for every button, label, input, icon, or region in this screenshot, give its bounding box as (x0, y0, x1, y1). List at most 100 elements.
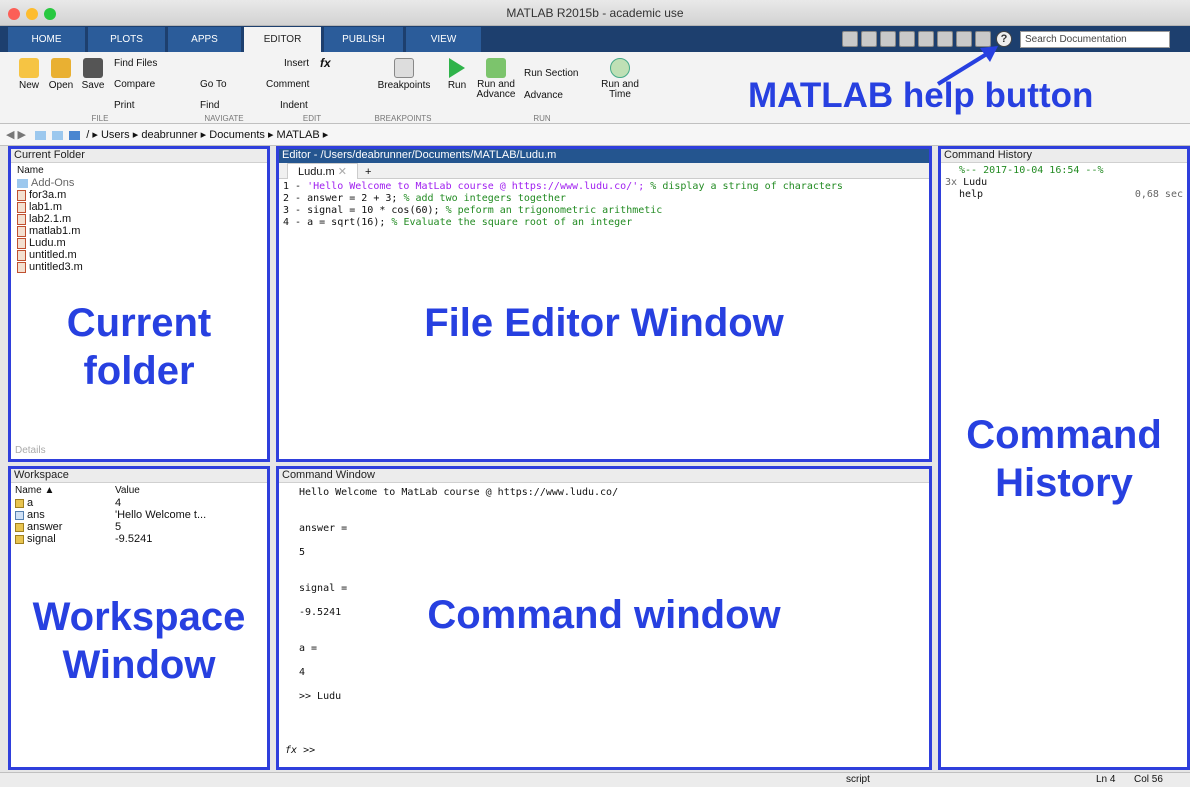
history-item[interactable]: 3x Ludu (945, 177, 1183, 189)
open-folder-icon (51, 58, 71, 78)
function-browser-icon[interactable]: fx (285, 745, 297, 756)
window-title: MATLAB R2015b - academic use (506, 6, 684, 20)
command-window-title: Command Window (279, 469, 929, 483)
advance-button[interactable]: Advance (524, 90, 563, 101)
browse-folder-icon[interactable] (52, 130, 64, 140)
search-documentation-input[interactable]: Search Documentation (1020, 31, 1170, 48)
copy-icon[interactable] (899, 31, 915, 47)
name-column-header[interactable]: Name (17, 165, 261, 177)
history-session: %-- 2017-10-04 16:54 --% (959, 165, 1104, 176)
print-button[interactable]: Print (114, 100, 135, 111)
breakpoints-button[interactable]: Breakpoints (374, 58, 434, 91)
details-label[interactable]: Details (15, 445, 46, 456)
cut-icon[interactable] (880, 31, 896, 47)
list-item[interactable]: matlab1.m (17, 225, 261, 237)
code-area[interactable]: 1 - 'Hello Welcome to MatLab course @ ht… (279, 179, 929, 231)
find-button[interactable]: Find (200, 100, 219, 111)
list-item[interactable]: Add-Ons (17, 177, 261, 189)
run-and-advance-button[interactable]: Run and Advance (474, 58, 518, 100)
code-line: 2 - answer = 2 + 3; % add two integers t… (283, 193, 566, 204)
table-row[interactable]: ans 'Hello Welcome t... (15, 509, 263, 521)
goto-button[interactable]: Go To (200, 79, 227, 90)
current-folder-title: Current Folder (11, 149, 267, 163)
annotation-arrow (936, 46, 998, 86)
m-file-icon (17, 237, 26, 249)
run-and-time-button[interactable]: Run and Time (600, 58, 640, 100)
path-segment[interactable]: / (86, 129, 89, 141)
tab-plots[interactable]: PLOTS (88, 27, 166, 52)
path-segment[interactable]: Users (101, 129, 130, 141)
path-segment[interactable]: Documents (209, 129, 265, 141)
comment-button[interactable]: Comment (266, 79, 309, 90)
tab-apps[interactable]: APPS (168, 27, 242, 52)
table-row[interactable]: a4 (15, 497, 263, 509)
path-segment[interactable]: deabrunner (141, 129, 197, 141)
navigate-section-label: NAVIGATE (204, 114, 244, 123)
tab-editor[interactable]: EDITOR (244, 27, 322, 52)
save-button[interactable]: Save (78, 58, 108, 91)
run-advance-icon (486, 58, 506, 78)
list-item[interactable]: Ludu.m (17, 237, 261, 249)
help-button-annotation: MATLAB help button (748, 76, 1094, 115)
compare-button[interactable]: Compare (114, 79, 155, 90)
address-bar: ◀ ▶ / ▸ Users ▸ deabrunner ▸ Documents ▸… (0, 124, 1190, 146)
list-item[interactable]: for3a.m (17, 189, 261, 201)
table-row[interactable]: signal -9.5241 (15, 533, 263, 545)
tab-publish[interactable]: PUBLISH (324, 27, 404, 52)
new-tab-icon[interactable]: + (365, 166, 371, 178)
command-prompt[interactable]: fx >> (285, 745, 315, 756)
new-button[interactable]: New (14, 58, 44, 91)
forward-arrow-icon[interactable]: ▶ (18, 129, 26, 141)
status-mode: script (846, 774, 870, 785)
save-all-quick-icon[interactable] (861, 31, 877, 47)
m-file-icon (17, 225, 26, 237)
list-item[interactable]: untitled.m (17, 249, 261, 261)
variable-icon (15, 498, 24, 508)
insert-function-icon[interactable]: fx (320, 56, 331, 70)
variable-icon (15, 522, 24, 532)
close-tab-icon[interactable]: ✕ (338, 166, 347, 178)
open-button[interactable]: Open (46, 58, 76, 91)
m-file-icon (17, 261, 26, 273)
command-window-annotation: Command window (427, 593, 781, 637)
run-button[interactable]: Run (444, 58, 470, 91)
find-files-button[interactable]: Find Files (114, 58, 157, 69)
table-row[interactable]: answer 5 (15, 521, 263, 533)
status-column: Col 56 (1134, 774, 1163, 785)
run-section-button[interactable]: Run Section (524, 68, 578, 79)
indent-button[interactable]: Indent (280, 100, 308, 111)
editor-panel: Editor - /Users/deabrunner/Documents/MAT… (276, 146, 932, 462)
root-folder-icon (69, 130, 81, 140)
breakpoints-section-label: BREAKPOINTS (374, 114, 432, 123)
list-item[interactable]: lab2.1.m (17, 213, 261, 225)
workspace-panel: Workspace Name ▲ Value a4 ans 'Hello Welco… (8, 466, 270, 770)
char-variable-icon (15, 510, 24, 520)
tab-view[interactable]: VIEW (406, 27, 482, 52)
command-output-line: answer = (299, 523, 348, 534)
up-folder-icon[interactable] (35, 130, 47, 140)
current-folder-panel: Current Folder Name Add-Ons for3a.m lab1… (8, 146, 270, 462)
command-output-line (299, 499, 909, 511)
insert-button[interactable]: Insert (284, 58, 309, 69)
list-item[interactable]: lab1.m (17, 201, 261, 213)
command-output-line (299, 511, 909, 523)
command-output-line: 4 (299, 667, 306, 678)
run-icon (449, 58, 465, 78)
command-output-line: 5 (299, 547, 306, 558)
back-arrow-icon[interactable]: ◀ (6, 129, 14, 141)
new-icon (19, 58, 39, 78)
file-list: Name Add-Ons for3a.m lab1.m lab2.1.m mat… (11, 163, 267, 275)
command-output-line (299, 679, 909, 691)
code-line: 3 - signal = 10 * cos(60); % peform an t… (283, 205, 663, 216)
status-line: Ln 4 (1096, 774, 1116, 785)
save-quick-icon[interactable] (842, 31, 858, 47)
file-section-label: FILE (91, 114, 109, 123)
command-output-line (299, 655, 909, 667)
editor-file-tab[interactable]: Ludu.m ✕ (287, 163, 358, 179)
command-output-line: Hello Welcome to MatLab course @ https:/… (299, 487, 619, 498)
edit-section-label: EDIT (302, 114, 322, 123)
tab-home[interactable]: HOME (8, 27, 86, 52)
history-item[interactable]: help 0,68 sec (945, 189, 1183, 201)
list-item[interactable]: untitled3.m (17, 261, 261, 273)
path-segment[interactable]: MATLAB (277, 129, 320, 141)
